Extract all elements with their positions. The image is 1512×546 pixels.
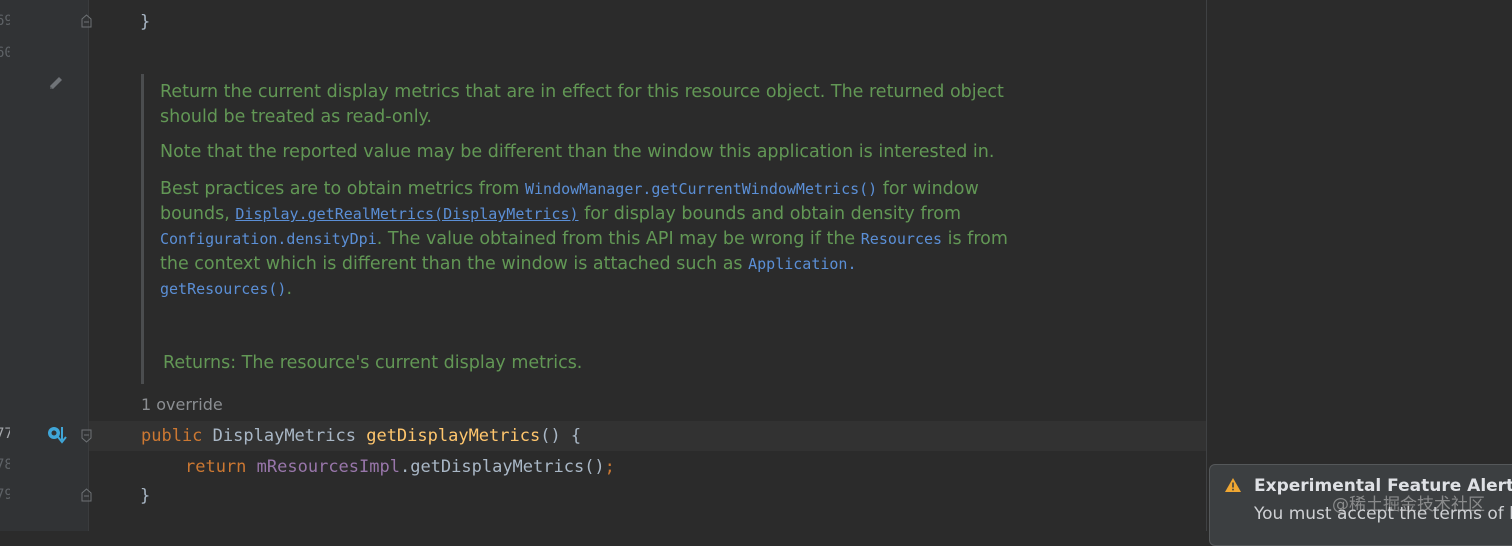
pencil-icon[interactable] [47,74,65,96]
overrides-method-icon[interactable] [47,425,67,449]
doc-text: . The value obtained from this API may b… [376,229,861,249]
line-number: 69 [0,13,10,29]
return-statement[interactable]: return mResourcesImpl.getDisplayMetrics(… [185,457,615,477]
doc-text: Best practices are to obtain metrics fro… [160,179,525,199]
doc-code-link[interactable]: Resources [861,230,942,248]
code-closing-brace[interactable]: } [140,486,150,506]
method-name: getDisplayMetrics [366,426,541,446]
line-number: 78 [0,457,10,473]
doc-text: for display bounds and obtain density fr… [578,204,962,224]
fold-marker-icon[interactable] [81,14,92,28]
doc-code-link[interactable]: Application. [748,255,856,273]
code-closing-brace[interactable]: } [140,12,150,32]
method-call: .getDisplayMetrics() [399,457,605,477]
semicolon: ; [604,457,615,477]
fold-marker-icon[interactable] [81,429,92,443]
doc-code-link[interactable]: getResources() [160,280,286,298]
doc-paragraph: Note that the reported value may be diff… [160,142,995,162]
doc-code-link[interactable]: WindowManager.getCurrentWindowMetrics() [525,180,877,198]
gutter-divider [88,0,89,531]
warning-icon [1224,477,1242,497]
watermark: @稀土掘金技术社区 [1332,495,1485,515]
field-reference: mResourcesImpl [256,457,400,477]
doc-paragraph: Best practices are to obtain metrics fro… [160,177,1010,302]
return-type: DisplayMetrics [212,426,356,446]
doc-text: . [286,279,293,299]
doc-code-link[interactable]: Configuration.densityDpi [160,230,377,248]
doc-returns: Returns: The resource's current display … [163,353,583,373]
doc-code-link[interactable]: Display.getRealMetrics(DisplayMetrics) [235,205,578,223]
method-signature[interactable]: public DisplayMetrics getDisplayMetrics(… [141,426,581,446]
override-hint[interactable]: 1 override [141,395,223,414]
doc-comment-bar [141,74,144,384]
line-number: 79 [0,487,10,503]
right-margin-guide [1206,0,1207,531]
editor-gutter [0,0,88,531]
keyword-return: return [185,457,247,477]
method-params: () { [540,426,582,446]
line-number: 60 [0,45,10,61]
line-number: 77 [0,426,10,442]
doc-paragraph: Return the current display metrics that … [160,82,1004,127]
fold-marker-icon[interactable] [81,488,92,502]
keyword-public: public [141,426,203,446]
